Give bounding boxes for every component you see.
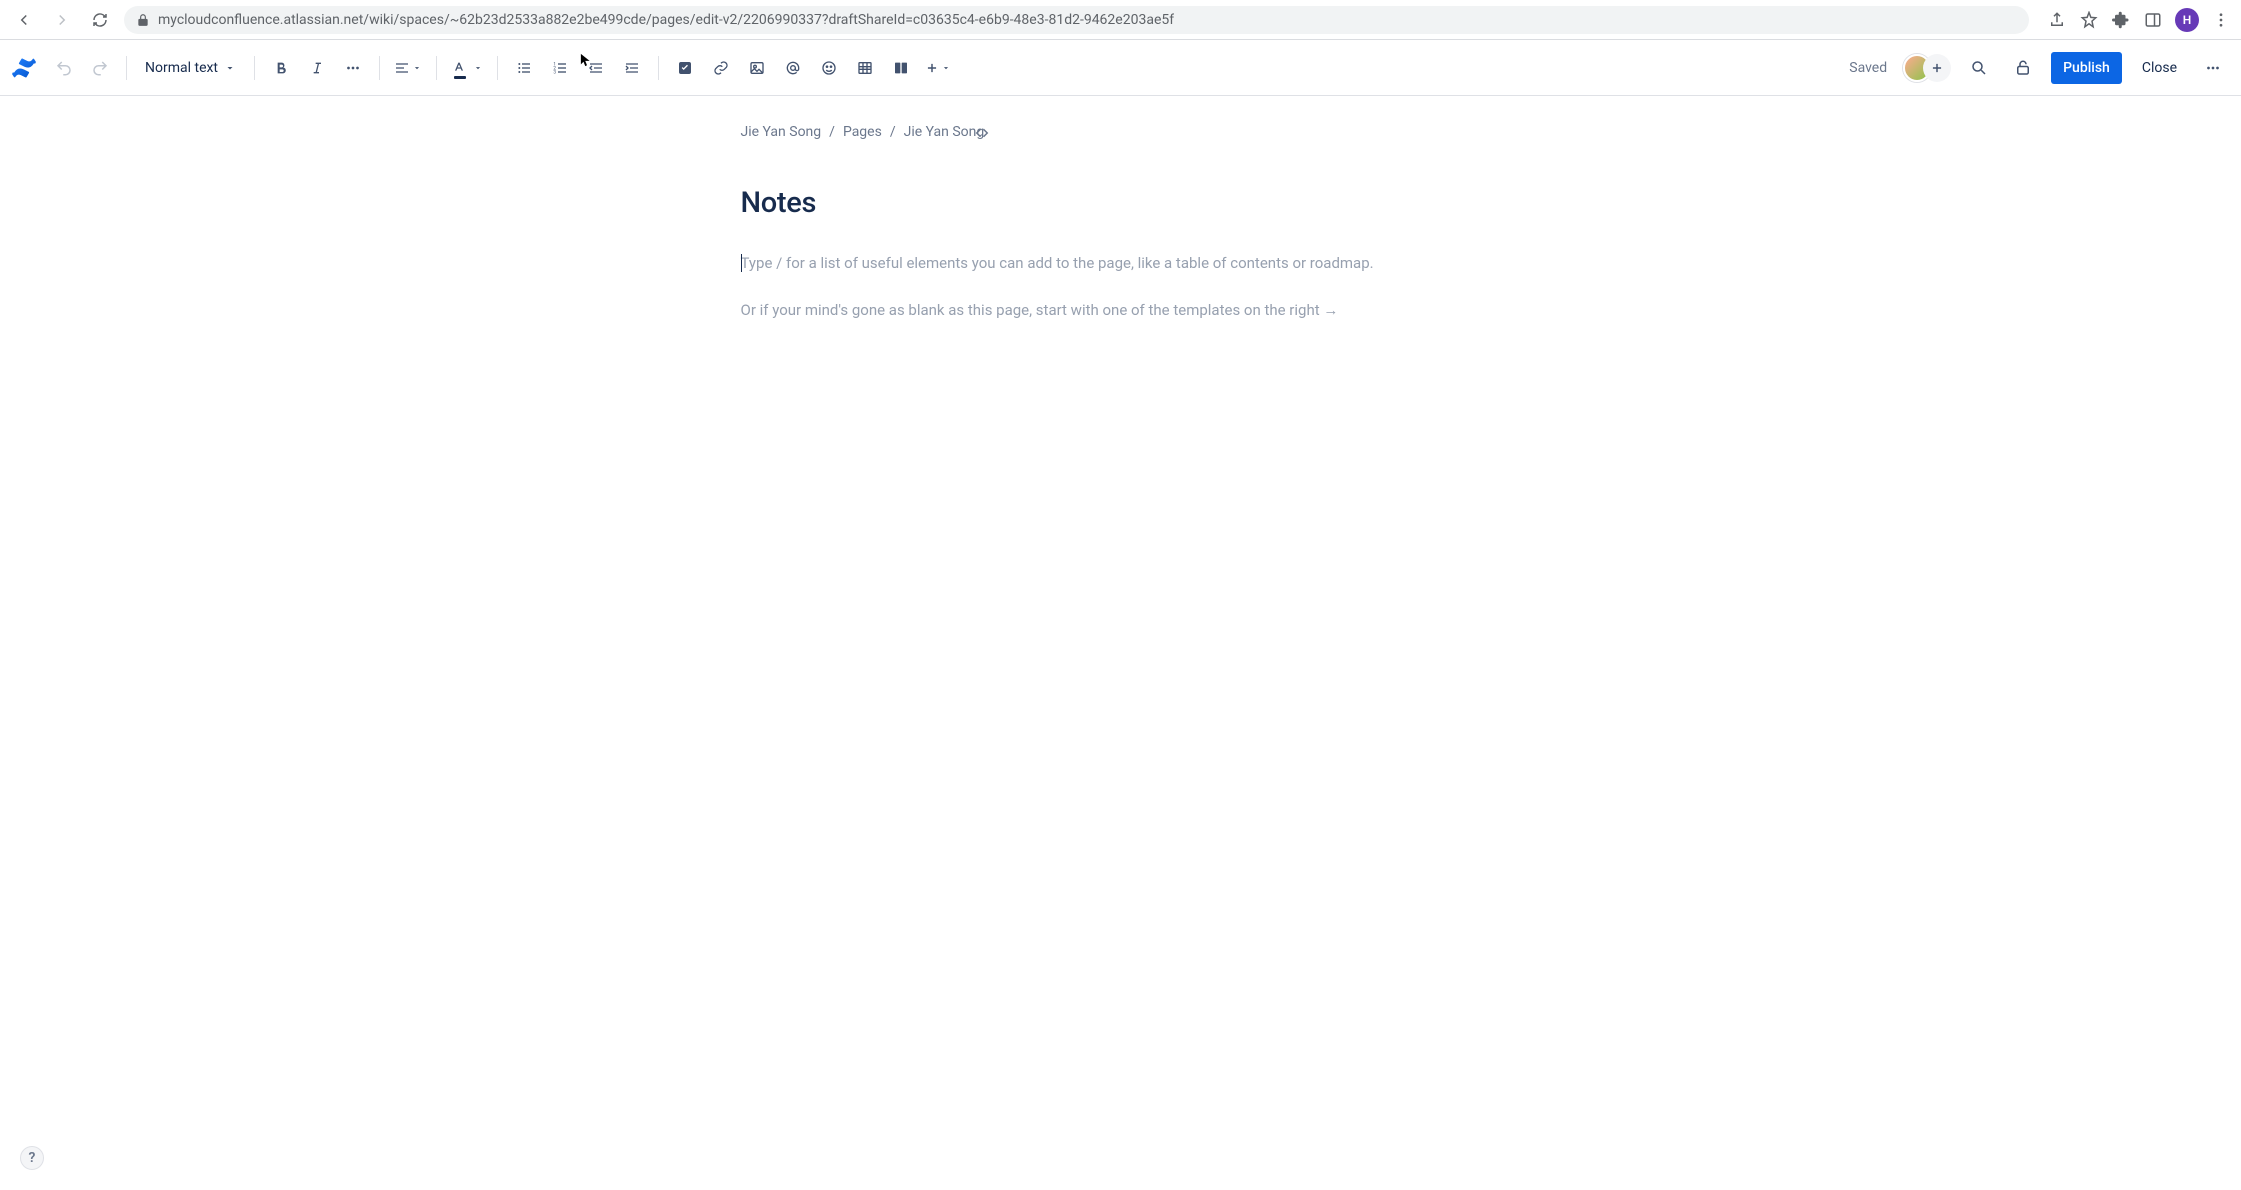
editor-placeholder-secondary: Or if your mind's gone as blank as this … [741,299,1501,322]
chevron-down-icon [224,62,236,74]
align-dropdown[interactable] [390,52,426,84]
browser-chrome: mycloudconfluence.atlassian.net/wiki/spa… [0,0,2241,40]
url-text: mycloudconfluence.atlassian.net/wiki/spa… [158,12,1174,28]
editor-placeholder-primary[interactable]: Type / for a list of useful elements you… [741,252,1501,275]
avatar-initial: H [2183,13,2192,27]
emoji-button[interactable] [813,52,845,84]
profile-avatar[interactable]: H [2175,8,2199,32]
breadcrumb-separator: / [829,124,835,140]
numbered-list-button[interactable]: 123 [544,52,576,84]
outdent-button[interactable] [580,52,612,84]
kebab-menu-icon[interactable] [2211,10,2231,30]
svg-text:3: 3 [553,69,556,75]
page-width-toggle[interactable] [973,124,991,142]
extensions-icon[interactable] [2111,10,2131,30]
toolbar-separator [658,56,659,80]
bold-button[interactable] [265,52,297,84]
redo-button[interactable] [84,52,116,84]
italic-button[interactable] [301,52,333,84]
editor-toolbar-right: Saved Publish Close [1849,52,2229,84]
action-item-button[interactable] [669,52,701,84]
breadcrumb-pages[interactable]: Pages [843,124,882,140]
help-icon: ? [29,1150,36,1166]
help-button[interactable]: ? [20,1146,44,1170]
layouts-button[interactable] [885,52,917,84]
toolbar-separator [379,56,380,80]
breadcrumbs: Jie Yan Song / Pages / Jie Yan Song [741,124,1501,140]
text-style-dropdown[interactable]: Normal text [137,52,244,84]
add-collaborator-button[interactable] [1923,54,1951,82]
close-button[interactable]: Close [2134,52,2185,84]
toolbar-separator [436,56,437,80]
publish-button[interactable]: Publish [2051,52,2122,84]
bookmark-icon[interactable] [2079,10,2099,30]
editor-toolbar: Normal text 123 [0,40,2241,96]
confluence-logo[interactable] [12,56,36,80]
mention-button[interactable] [777,52,809,84]
url-bar[interactable]: mycloudconfluence.atlassian.net/wiki/spa… [124,6,2029,34]
sidepanel-icon[interactable] [2143,10,2163,30]
chrome-actions: H [2039,8,2231,32]
save-status: Saved [1849,60,1887,76]
more-actions-button[interactable] [2197,52,2229,84]
text-color-dropdown[interactable] [447,52,487,84]
more-formatting-button[interactable] [337,52,369,84]
placeholder-primary-text: Type / for a list of useful elements you… [741,254,1374,272]
text-cursor [741,254,742,272]
nav-back-button[interactable] [10,6,38,34]
document: Jie Yan Song / Pages / Jie Yan Song Note… [741,96,1501,321]
editor-content-area[interactable]: Jie Yan Song / Pages / Jie Yan Song Note… [0,96,2241,1190]
toolbar-separator [497,56,498,80]
image-button[interactable] [741,52,773,84]
reload-button[interactable] [86,6,114,34]
lock-icon [136,13,150,27]
close-label: Close [2142,60,2177,76]
bullet-list-button[interactable] [508,52,540,84]
find-replace-button[interactable] [1963,52,1995,84]
undo-button[interactable] [48,52,80,84]
page-title[interactable]: Notes [741,186,1501,220]
request-changes-button[interactable] [2007,52,2039,84]
table-button[interactable] [849,52,881,84]
placeholder-secondary-text: Or if your mind's gone as blank as this … [741,301,1339,319]
insert-dropdown[interactable] [921,52,955,84]
breadcrumb-separator: / [890,124,896,140]
publish-label: Publish [2063,60,2110,76]
toolbar-separator [254,56,255,80]
nav-forward-button[interactable] [48,6,76,34]
color-swatch [454,76,466,79]
share-icon[interactable] [2047,10,2067,30]
indent-button[interactable] [616,52,648,84]
link-button[interactable] [705,52,737,84]
text-style-label: Normal text [145,60,218,76]
toolbar-separator [126,56,127,80]
breadcrumb-space[interactable]: Jie Yan Song [741,124,822,140]
